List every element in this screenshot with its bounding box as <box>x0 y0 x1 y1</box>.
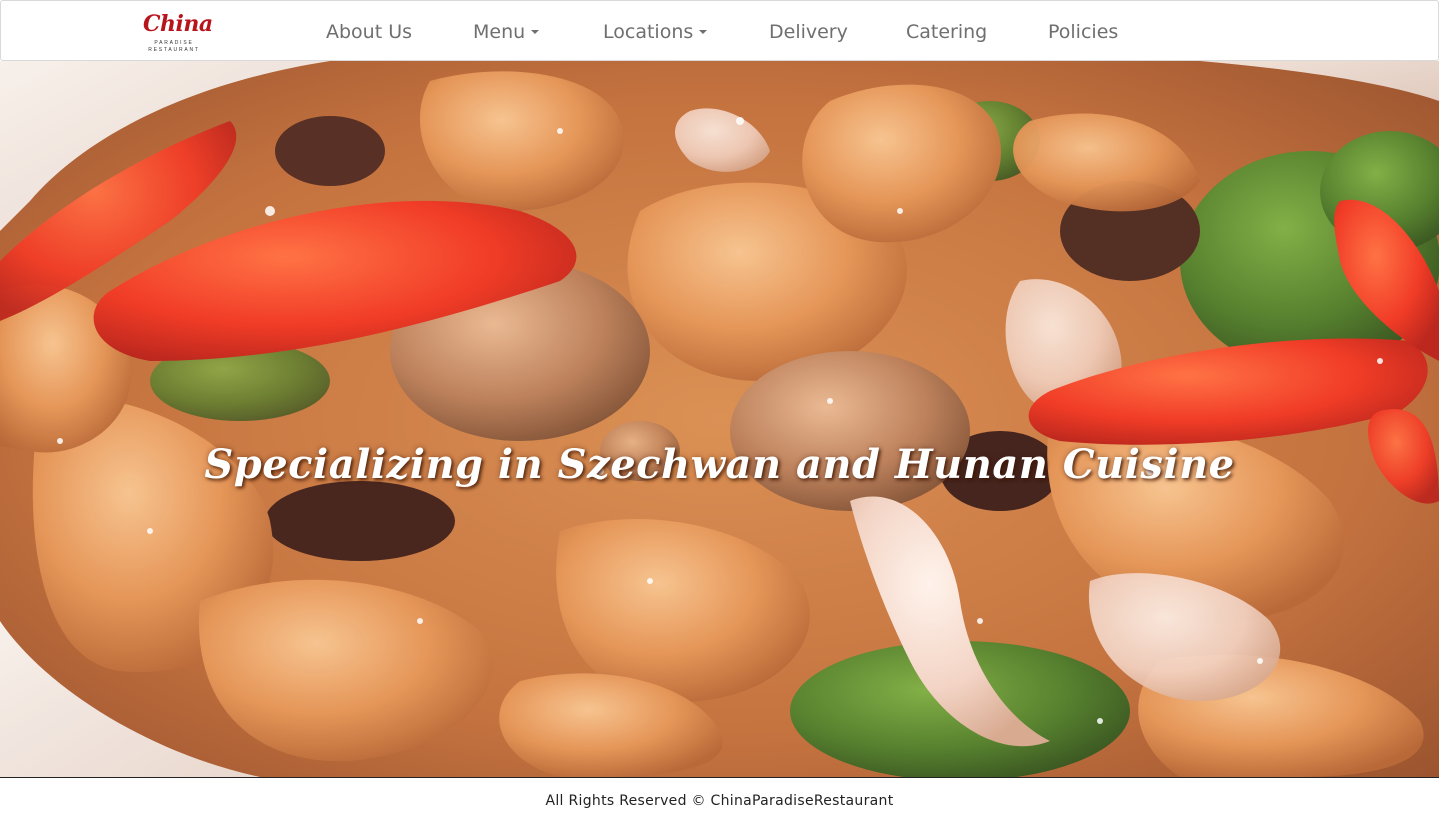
top-navbar: China PARADISE RESTAURANT About Us Menu … <box>0 0 1439 61</box>
food-dish-photo <box>0 61 1439 777</box>
nav-policies[interactable]: Policies <box>1048 17 1118 47</box>
logo-subtitle-restaurant: RESTAURANT <box>148 47 200 53</box>
nav-about-us-label: About Us <box>326 21 413 43</box>
nav-delivery[interactable]: Delivery <box>769 17 848 47</box>
nav-catering-label: Catering <box>906 21 988 43</box>
hero-tagline: Specializing in Szechwan and Hunan Cuisi… <box>204 441 1235 488</box>
nav-delivery-label: Delivery <box>769 21 848 43</box>
nav-locations-dropdown[interactable]: Locations <box>603 17 708 47</box>
nav-menu-dropdown[interactable]: Menu <box>473 17 540 47</box>
nav-policies-label: Policies <box>1048 21 1119 43</box>
page-footer: All Rights Reserved © ChinaParadiseResta… <box>0 777 1439 827</box>
logo-subtitle-paradise: PARADISE <box>154 40 194 46</box>
hero-banner: Specializing in Szechwan and Hunan Cuisi… <box>0 61 1439 777</box>
nav-locations-label: Locations <box>603 21 694 43</box>
copyright-text: All Rights Reserved © ChinaParadiseResta… <box>545 793 894 809</box>
caret-down-icon <box>531 29 540 34</box>
logo-script-text: China <box>143 11 213 37</box>
nav-menu-label: Menu <box>473 21 526 43</box>
restaurant-logo[interactable]: China PARADISE RESTAURANT <box>139 9 213 55</box>
nav-about-us[interactable]: About Us <box>326 17 412 47</box>
nav-catering[interactable]: Catering <box>906 17 987 47</box>
caret-down-icon <box>699 29 708 34</box>
